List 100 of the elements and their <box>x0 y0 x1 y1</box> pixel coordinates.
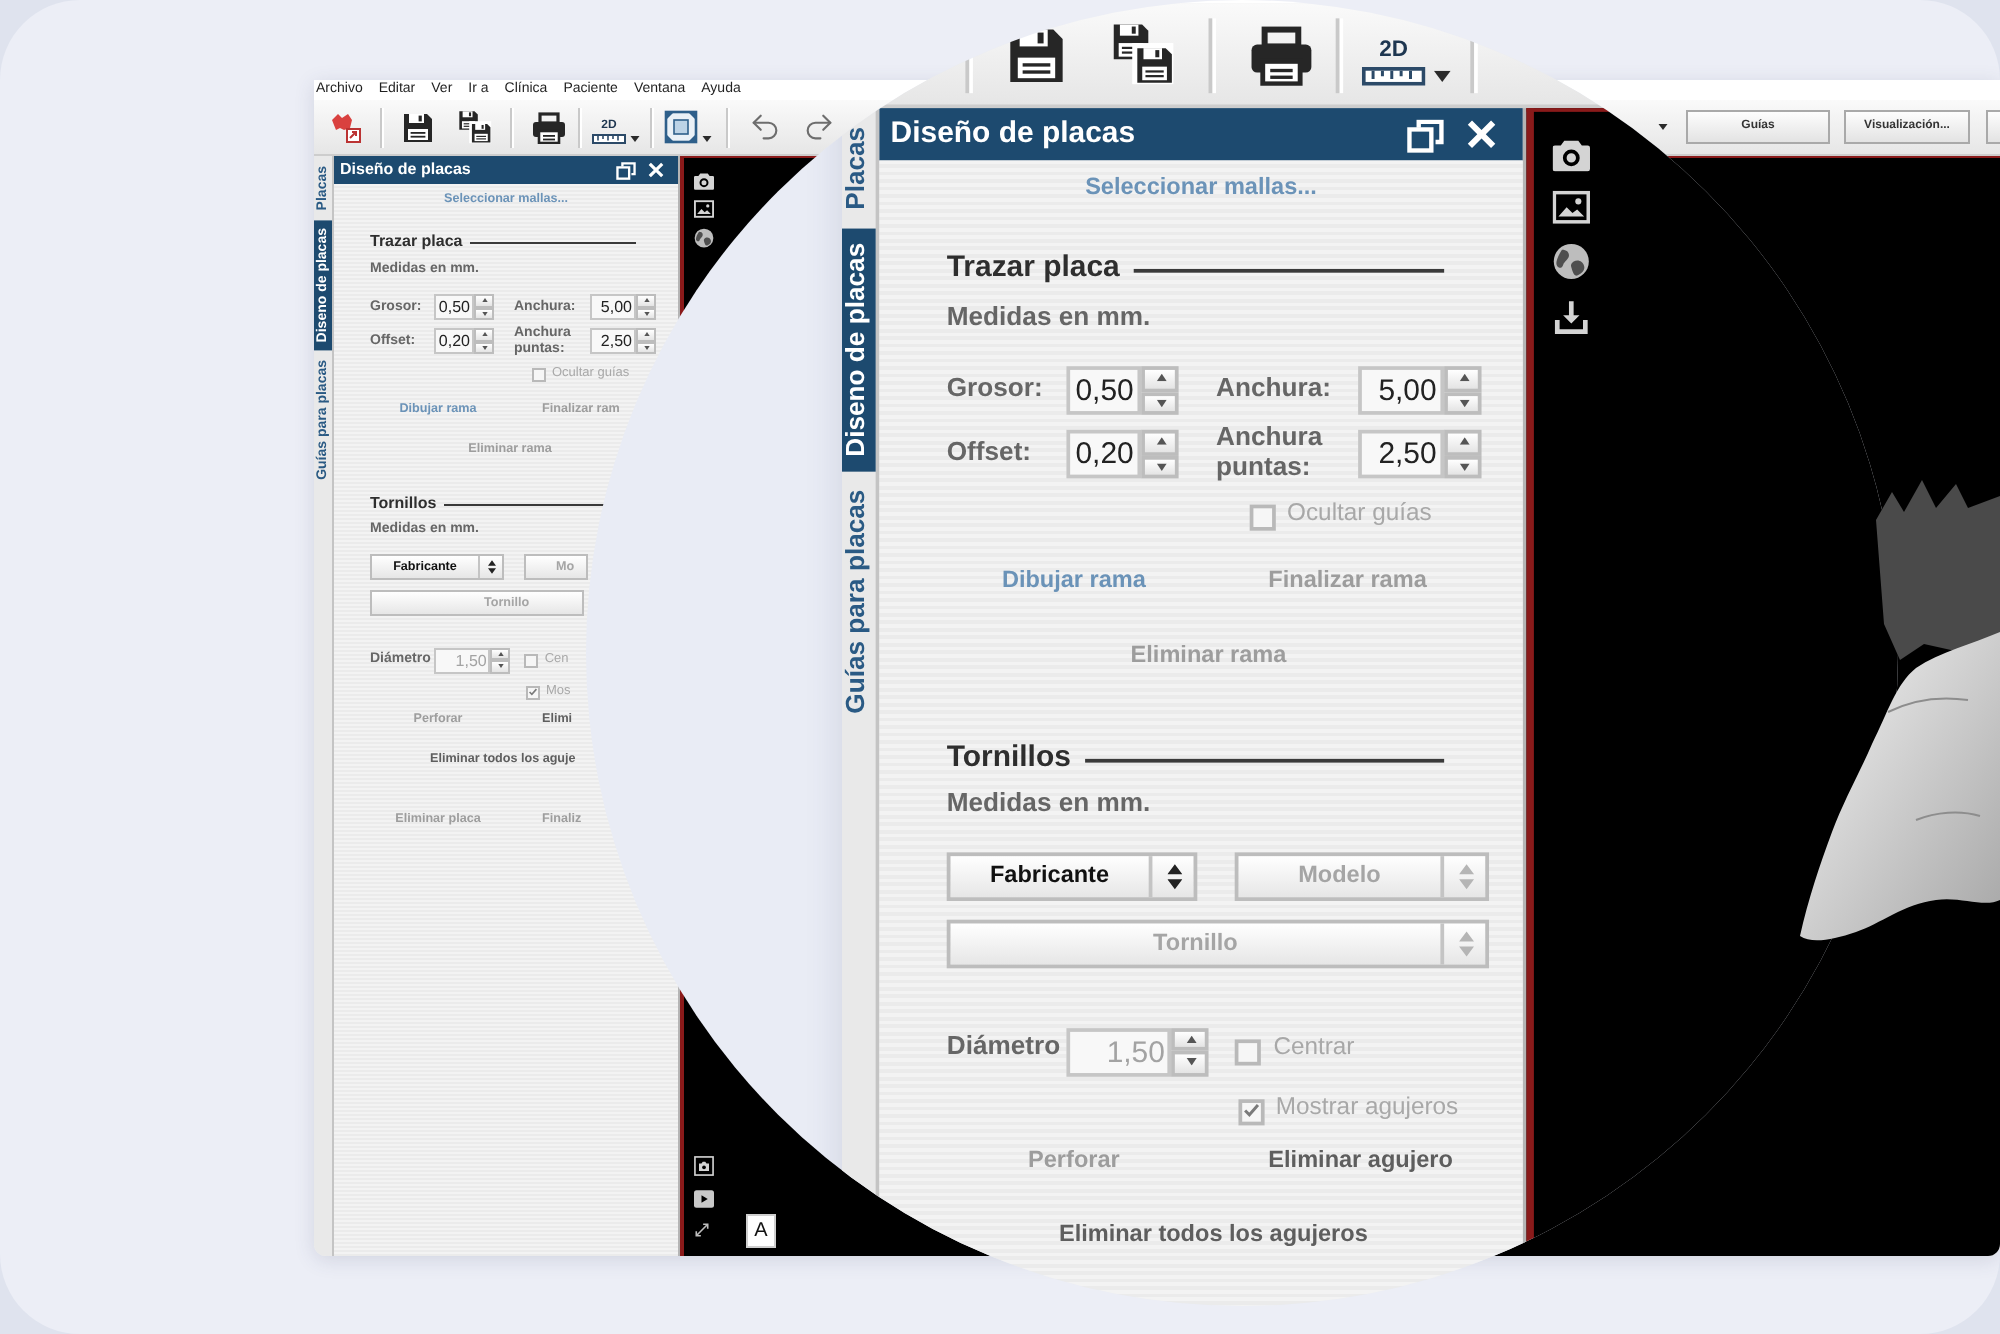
number-field[interactable]: 0,20 <box>434 328 474 354</box>
panel-title: Diseño de placas <box>340 158 473 182</box>
spin-down-button[interactable] <box>1141 453 1180 478</box>
text-tool-button[interactable]: A <box>746 1214 776 1248</box>
printer-icon[interactable] <box>532 111 566 143</box>
spin-up-button[interactable] <box>1444 428 1483 454</box>
up-down-arrows-icon <box>487 560 495 574</box>
down-arrow-icon[interactable] <box>497 664 504 669</box>
image-icon[interactable] <box>694 200 714 218</box>
section-heading: Trazar placa <box>370 232 463 252</box>
up-arrow-icon[interactable] <box>481 298 487 303</box>
save-all-icon[interactable] <box>458 110 492 144</box>
restore-window-icon[interactable] <box>616 161 636 179</box>
download-icon[interactable] <box>1553 297 1591 336</box>
down-arrow-icon[interactable] <box>481 311 487 316</box>
spin-up-button[interactable] <box>474 328 494 341</box>
down-arrow-icon[interactable] <box>1186 1058 1198 1066</box>
side-tab[interactable]: Diseno de placas <box>842 227 877 472</box>
field-label: Anchura: <box>1216 375 1334 404</box>
printer-icon[interactable] <box>1250 22 1314 83</box>
side-tab[interactable]: Placas <box>842 110 877 224</box>
down-arrow-icon[interactable] <box>1154 397 1167 406</box>
action-link[interactable]: Eliminar agujero <box>1268 1146 1454 1177</box>
spin-up-button[interactable] <box>1173 1025 1211 1050</box>
restore-window-icon[interactable] <box>1407 116 1445 151</box>
close-icon[interactable] <box>1467 118 1498 149</box>
field-label: Anchura puntas: <box>1216 425 1325 482</box>
2d-view-button[interactable]: 2D <box>1362 21 1453 85</box>
caret-icon[interactable] <box>630 136 640 142</box>
number-field[interactable]: 0,50 <box>1067 365 1142 414</box>
undo-icon[interactable] <box>748 110 782 144</box>
camera-icon[interactable] <box>1553 137 1591 171</box>
save-all-icon[interactable] <box>1111 21 1176 85</box>
up-down-arrows-icon <box>1457 929 1473 957</box>
play-icon[interactable] <box>694 1190 714 1208</box>
number-field[interactable]: 2,50 <box>590 328 636 354</box>
fit-view-button[interactable] <box>664 110 712 144</box>
dropdown[interactable]: Fabricante <box>947 851 1198 900</box>
up-arrow-icon[interactable] <box>481 332 487 337</box>
up-arrow-icon[interactable] <box>643 298 649 303</box>
up-down-arrows-icon <box>1166 862 1182 889</box>
up-arrow-icon[interactable] <box>497 651 504 656</box>
spin-up-button[interactable] <box>636 328 656 341</box>
save-icon[interactable] <box>402 111 434 143</box>
checkmark-icon <box>1242 1101 1262 1117</box>
globe-icon[interactable] <box>694 228 714 248</box>
checkbox-label: Centrar <box>1274 1034 1356 1065</box>
up-arrow-icon[interactable] <box>1154 437 1167 445</box>
spin-up-button[interactable] <box>1444 365 1483 390</box>
spin-up-button[interactable] <box>474 294 494 307</box>
number-field[interactable]: 5,00 <box>590 294 636 320</box>
down-arrow-icon[interactable] <box>643 345 649 350</box>
field-label: Diámetro <box>947 1035 1061 1064</box>
units-label: Medidas en mm. <box>947 305 1152 336</box>
field-label: Grosor: <box>947 375 1046 404</box>
number-field[interactable]: 2,50 <box>1358 428 1445 478</box>
down-arrow-icon[interactable] <box>1457 397 1470 406</box>
up-arrow-icon[interactable] <box>1186 1033 1198 1042</box>
section-heading: Tornillos <box>370 494 437 514</box>
spin-up-button[interactable] <box>1141 365 1180 390</box>
spin-up-button[interactable] <box>490 647 511 660</box>
down-arrow-icon[interactable] <box>643 311 649 316</box>
checkbox-label: Mostrar agujeros <box>1276 1094 1459 1125</box>
up-down-arrows-icon <box>1457 862 1473 889</box>
down-arrow-icon[interactable] <box>481 345 487 350</box>
close-icon[interactable] <box>648 162 664 178</box>
up-arrow-icon[interactable] <box>1457 437 1470 445</box>
side-tab[interactable]: Guías para placas <box>842 475 877 730</box>
action-link[interactable]: Eliminar todos los agujeros <box>1059 1221 1369 1252</box>
export-icon[interactable] <box>330 111 362 143</box>
section-heading: Trazar placa <box>947 249 1121 287</box>
globe-icon[interactable] <box>1553 241 1591 280</box>
checkmark-icon <box>528 688 538 696</box>
redo-icon[interactable] <box>802 110 836 144</box>
up-arrow-icon[interactable] <box>1154 373 1167 382</box>
spin-down-button[interactable] <box>490 660 511 673</box>
field-label: Offset: <box>947 439 1034 468</box>
down-arrow-icon[interactable] <box>1154 461 1167 469</box>
units-label: Medidas en mm. <box>947 791 1152 822</box>
spin-up-button[interactable] <box>636 294 656 307</box>
number-field[interactable]: 0,20 <box>1067 428 1142 478</box>
spin-up-button[interactable] <box>1141 428 1180 454</box>
number-field[interactable]: 0,50 <box>434 294 474 320</box>
camera-icon[interactable] <box>694 172 714 190</box>
camera-frame-icon[interactable] <box>694 1156 714 1176</box>
down-arrow-icon[interactable] <box>1457 461 1470 469</box>
spin-down-button[interactable] <box>1444 453 1483 478</box>
panel-title: Diseño de placas <box>891 112 1138 153</box>
up-arrow-icon[interactable] <box>1457 373 1470 382</box>
ruler-icon[interactable] <box>1362 66 1427 85</box>
caret-icon[interactable] <box>702 136 712 142</box>
image-icon[interactable] <box>1553 189 1591 224</box>
checkbox-label: Ocultar guías <box>1287 499 1433 530</box>
fit-view-icon[interactable] <box>664 110 698 144</box>
spin-down-button[interactable] <box>1173 1049 1211 1074</box>
ruler-icon[interactable] <box>592 134 626 144</box>
caret-icon[interactable] <box>1658 124 1668 130</box>
diagonal-arrows-icon[interactable] <box>694 1222 710 1238</box>
up-arrow-icon[interactable] <box>643 332 649 337</box>
number-field[interactable]: 5,00 <box>1358 365 1445 414</box>
